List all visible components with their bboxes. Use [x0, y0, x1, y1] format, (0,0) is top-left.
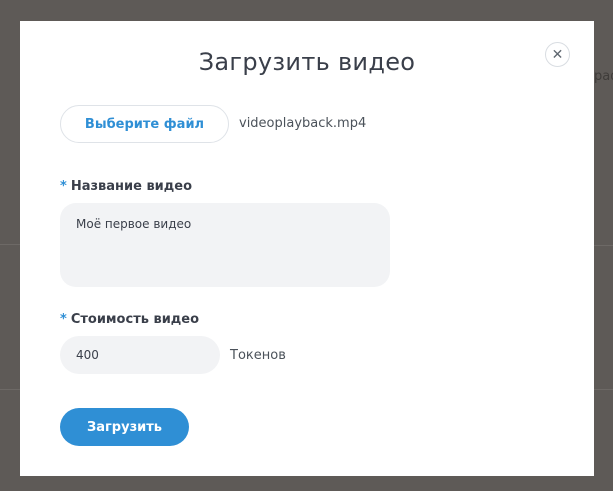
upload-video-modal: Загрузить видео ✕ Выберите файл videopla… [20, 21, 594, 476]
video-price-label-text: Стоимость видео [70, 312, 200, 327]
close-icon: ✕ [551, 46, 564, 63]
video-price-label: * Стоимость видео [60, 312, 199, 327]
required-mark: * [60, 312, 67, 327]
close-button[interactable]: ✕ [545, 42, 570, 67]
backdrop-divider [594, 245, 613, 246]
backdrop-divider [594, 389, 613, 390]
backdrop-divider [0, 244, 20, 245]
video-price-input[interactable]: 400 [60, 336, 220, 374]
backdrop-edge-text: раф [594, 69, 613, 84]
video-title-label: * Название видео [60, 179, 192, 194]
selected-file-name: videoplayback.mp4 [239, 116, 367, 131]
choose-file-button[interactable]: Выберите файл [60, 105, 229, 143]
upload-button[interactable]: Загрузить [60, 408, 189, 446]
video-title-label-text: Название видео [70, 179, 193, 194]
required-mark: * [60, 179, 67, 194]
modal-title: Загрузить видео [198, 48, 416, 76]
price-unit-label: Токенов [230, 348, 286, 363]
backdrop-divider [0, 389, 20, 390]
video-title-input[interactable]: Моё первое видео [60, 203, 390, 287]
